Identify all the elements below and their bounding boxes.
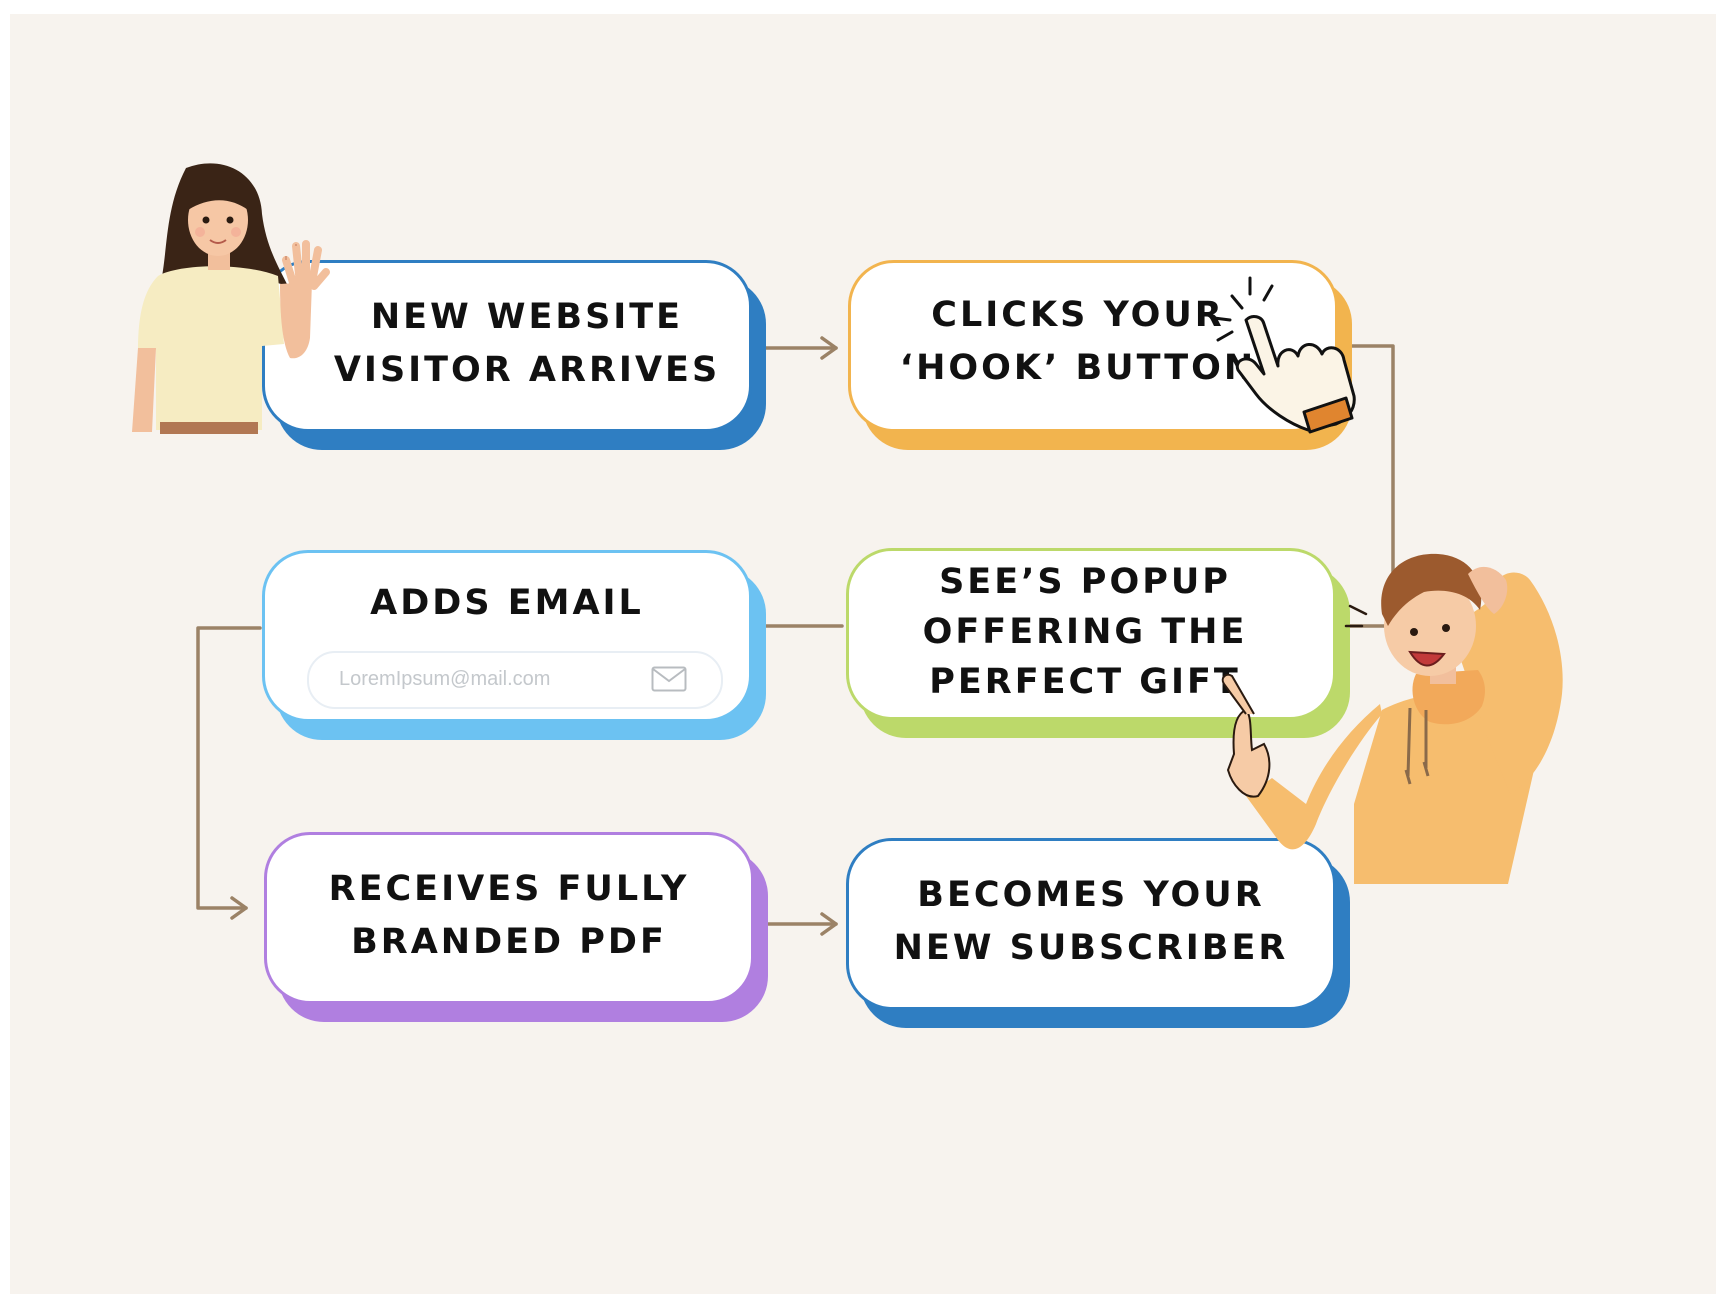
waving-woman-illustration — [132, 163, 330, 434]
pointing-man-illustration — [1221, 553, 1563, 884]
diagram-canvas: NEW WEBSITE VISITOR ARRIVES CLICKS YOUR … — [10, 14, 1716, 1294]
illustrations-layer — [132, 163, 1563, 884]
pointing-hand-cursor-icon — [1212, 276, 1356, 434]
